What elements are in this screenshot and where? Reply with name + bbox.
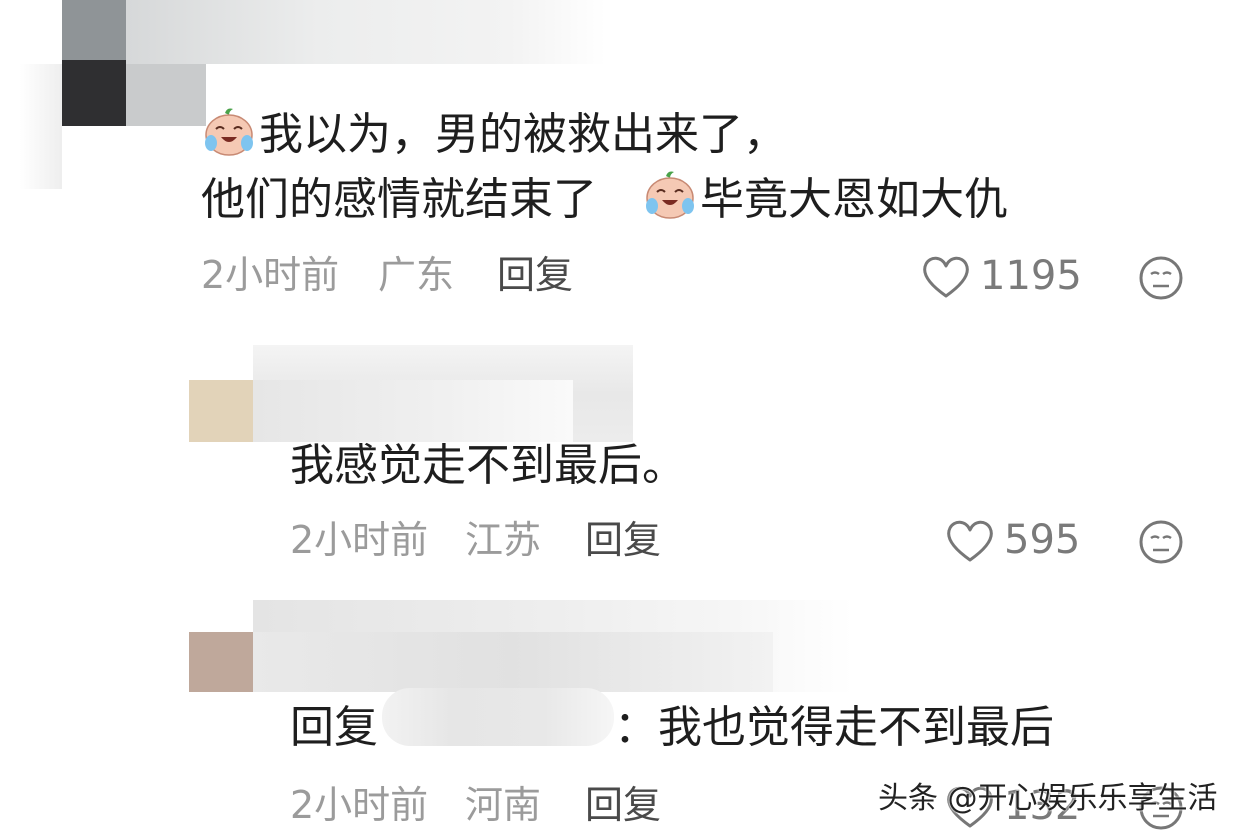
crying-laugh-emoji-icon (642, 170, 698, 224)
blurred-username-1b (126, 64, 206, 126)
comment-1-location: 广东 (378, 253, 455, 297)
blurred-username-1 (126, 0, 606, 64)
comment-1-text-line2a: 他们的感情就结束了 (201, 174, 597, 225)
heart-icon[interactable] (920, 254, 972, 304)
neutral-face-icon[interactable] (1138, 519, 1184, 569)
blurred-username-1c (20, 64, 62, 189)
comment-3-reply-button[interactable]: 回复 (585, 786, 661, 824)
blurred-avatar-1b (62, 60, 126, 126)
comment-2-location: 江苏 (465, 518, 542, 562)
blurred-mention (382, 688, 614, 746)
blurred-username-2b (253, 380, 573, 442)
crying-laugh-emoji-icon (201, 107, 257, 161)
comment-2-like-count: 595 (1004, 517, 1081, 563)
neutral-face-icon[interactable] (1138, 255, 1184, 305)
blurred-avatar-2 (189, 380, 253, 442)
blurred-avatar-1 (62, 0, 126, 60)
comment-1-reply-button[interactable]: 回复 (497, 256, 573, 294)
comment-2-reply-button[interactable]: 回复 (585, 521, 661, 559)
comment-1-like-count: 1195 (980, 253, 1082, 299)
blurred-username-3b (253, 632, 773, 692)
comment-2-time: 2小时前 (290, 518, 429, 562)
comment-1-text-line2b: 毕竟大恩如大仇 (700, 174, 1008, 225)
comment-1-text-line1: 我以为，男的被救出来了， (259, 109, 787, 160)
comment-1-time: 2小时前 (201, 253, 340, 297)
blurred-avatar-3 (189, 632, 253, 692)
watermark: 头条 @开心娱乐乐享生活 (878, 781, 1218, 816)
heart-icon[interactable] (944, 518, 996, 568)
comment-3-time: 2小时前 (290, 783, 429, 827)
comment-3-text-prefix: 回复 (290, 702, 378, 753)
comment-2-text: 我感觉走不到最后。 (290, 440, 686, 491)
comment-3-text-suffix: ：我也觉得走不到最后 (614, 702, 1054, 753)
comment-3-location: 河南 (465, 783, 542, 827)
